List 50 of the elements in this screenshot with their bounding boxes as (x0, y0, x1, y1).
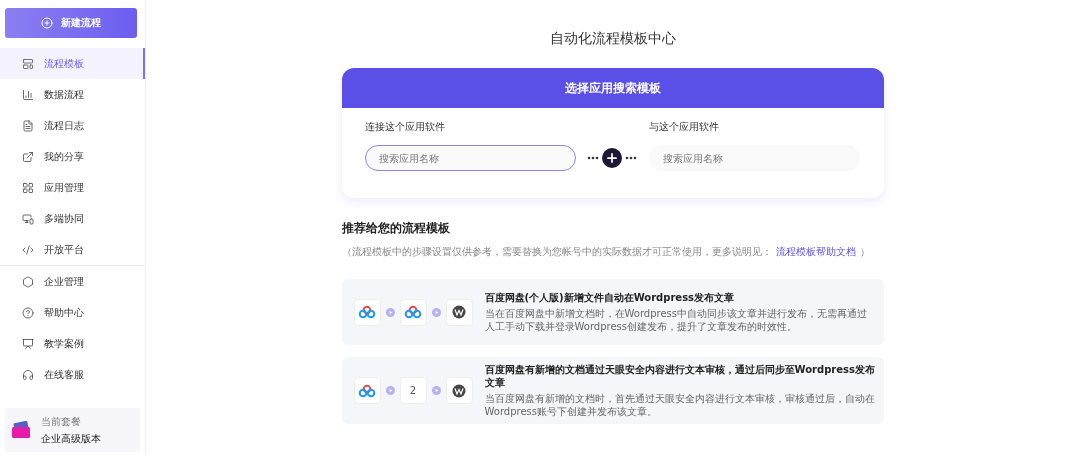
document-icon (22, 119, 34, 132)
plus-icon (602, 148, 622, 168)
wordpress-logo-icon (452, 305, 466, 319)
sidebar-item[interactable]: 数据流程 (0, 79, 145, 110)
field-label: 连接这个应用软件 (364, 120, 446, 134)
new-flow-button[interactable]: 新建流程 (5, 8, 137, 38)
sidebar-item[interactable]: 流程日志 (0, 110, 145, 141)
sidebar-item[interactable]: 我的分享 (0, 141, 145, 172)
dots-icon (625, 156, 637, 160)
sidebar-item[interactable]: 应用管理 (0, 172, 145, 203)
sidebar-item[interactable]: 企业管理 (0, 266, 145, 297)
cloud-logo-icon (358, 383, 376, 398)
presentation-icon (22, 337, 34, 350)
hexagon-icon (22, 275, 34, 288)
template-description: 当在百度网盘中新增文档时，在Wordpress中自动同步该文章并进行发布，无需再通过人工手动下载并登录Wordpress创建发布，提升了文章发布的时效性。 (484, 307, 868, 333)
devices-icon (22, 212, 34, 225)
share-icon (22, 150, 34, 163)
template-title: 百度网盘有新增的文档通过天眼安全内容进行文本审核，通过后同步至Wordpress发布文章 (484, 363, 876, 389)
sidebar-item[interactable]: 开放平台 (0, 234, 145, 265)
headset-icon (22, 368, 34, 381)
sidebar-item[interactable]: 多端协同 (0, 203, 145, 234)
bar-chart-icon (22, 88, 34, 101)
sidebar-item[interactable]: 教学案例 (0, 328, 145, 359)
search-field[interactable]: 搜索应用名称 (364, 145, 576, 171)
plan-label: 当前套餐 (41, 414, 82, 429)
wordpress-logo-icon (452, 383, 466, 398)
sidebar-item[interactable]: 流程模板 (0, 48, 145, 79)
note-text: （流程模板中的步骤设置仅供参考，需要替换为您帐号中的实际数据才可正常使用，更多说明见： 流程模板帮助文档 ） (341, 245, 871, 259)
grid-icon (22, 181, 34, 194)
plan-value: 企业高级版本 (41, 431, 101, 446)
template-title: 百度网盘(个人版)新增文件自动在Wordpress发布文章 (484, 291, 736, 304)
step-number: 2 (399, 377, 427, 404)
layout-icon (22, 57, 34, 70)
field-label: 与这个应用软件 (648, 120, 720, 134)
page-title: 自动化流程模板中心 (548, 30, 677, 48)
template-card[interactable]: 2 百度网盘有新增的文档通过天眼安全内容进行文本审核，通过后同步至Wordpress发布文章 当百度网盘有新增的文档时，首先通过天眼安全内容进行文本审核，审核通过后，自动在Wordpress账号下创建并发布该文章。 (341, 357, 884, 424)
help-link[interactable]: 流程模板帮助文档 (775, 246, 856, 257)
sidebar-item[interactable]: 帮助中心 (0, 297, 145, 328)
sidebar-item[interactable]: 在线客服 (0, 359, 145, 390)
template-description: 当百度网盘有新增的文档时，首先通过天眼安全内容进行文本审核，审核通过后，自动在Wordpress账号下创建并发布该文章。 (484, 392, 876, 418)
section-title: 推荐给您的流程模板 (341, 220, 451, 237)
template-card[interactable]: 百度网盘(个人版)新增文件自动在Wordpress发布文章 当在百度网盘中新增文档时，在Wordpress中自动同步该文章并进行发布，无需再通过人工手动下载并登录Wordpress创建发布，提升了文章发布的时效性。 (341, 279, 884, 345)
cloud-logo-icon (404, 305, 422, 319)
help-icon (22, 306, 34, 319)
card-header: 选择应用搜索模板 (341, 68, 884, 108)
code-icon (22, 243, 34, 256)
wallet-icon (11, 421, 31, 439)
plus-icon (41, 17, 53, 29)
dots-icon (587, 156, 599, 160)
cloud-logo-icon (358, 305, 376, 319)
